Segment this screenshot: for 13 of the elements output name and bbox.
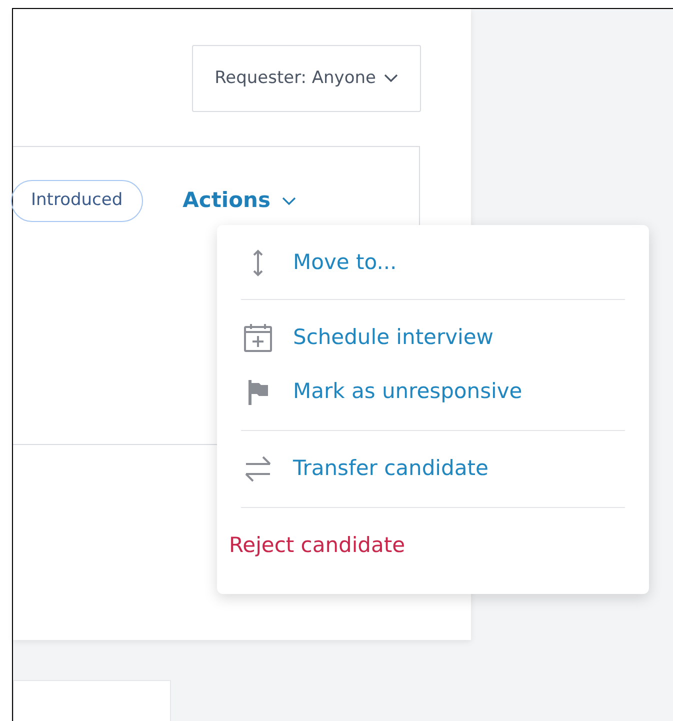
- calendar-plus-icon: [242, 322, 274, 354]
- actions-button[interactable]: Actions: [182, 180, 296, 222]
- menu-item[interactable]: Transfer candidate: [241, 447, 625, 491]
- status-badge: Introduced: [11, 180, 143, 222]
- menu-item[interactable]: Mark as unresponsive: [241, 370, 625, 414]
- chevron-down-icon: [282, 196, 296, 206]
- menu-item[interactable]: Schedule interview: [241, 316, 625, 360]
- requester-dropdown[interactable]: Requester: Anyone: [192, 45, 421, 112]
- menu-item[interactable]: Move to...: [241, 241, 625, 285]
- menu-item[interactable]: Reject candidate: [229, 524, 625, 568]
- vertical-arrows-icon: [251, 248, 265, 278]
- swap-arrows-icon: [243, 454, 273, 484]
- chevron-down-icon: [384, 74, 398, 83]
